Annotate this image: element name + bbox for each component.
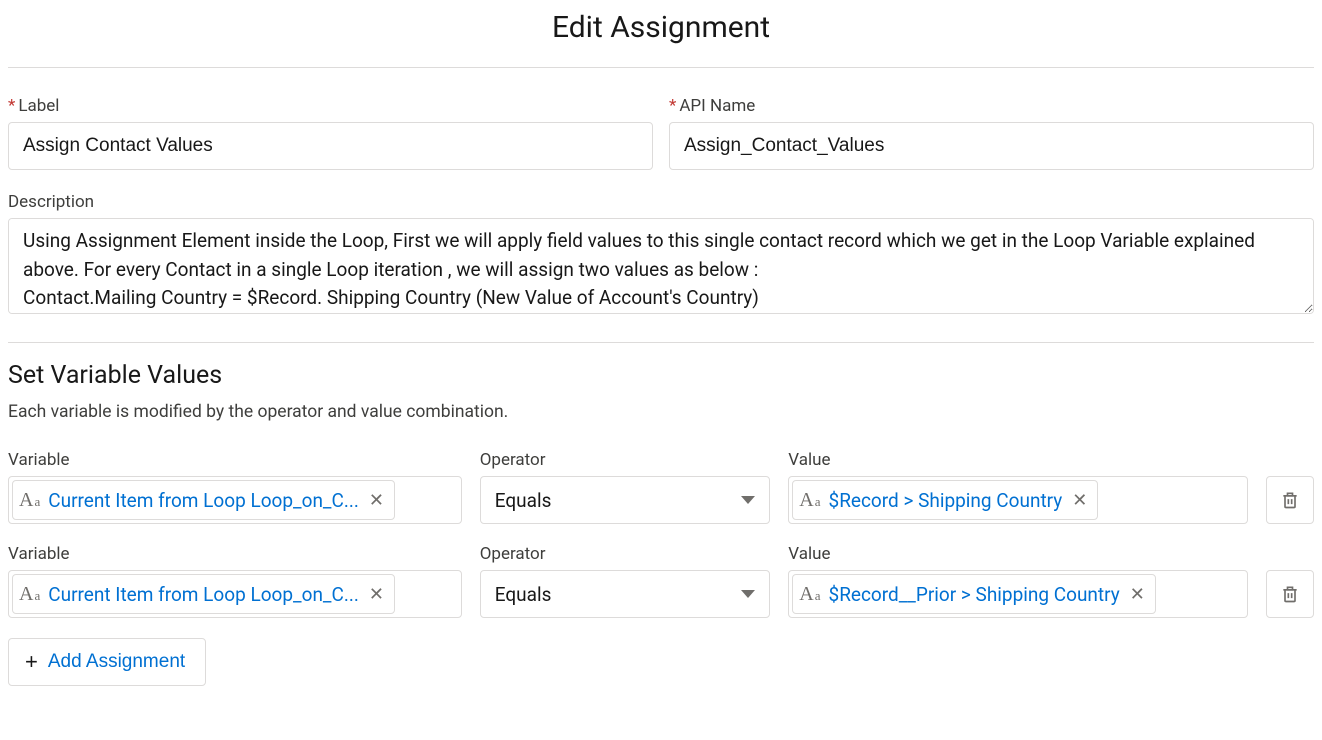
assignment-row: Variable Aa Current Item from Loop Loop_… [8, 544, 1314, 618]
delete-row-button[interactable] [1266, 570, 1314, 618]
trash-icon [1280, 583, 1300, 605]
required-asterisk: * [8, 96, 15, 116]
variable-column-label: Variable [8, 450, 462, 470]
variable-column-label: Variable [8, 544, 462, 564]
delete-row-button[interactable] [1266, 476, 1314, 524]
text-type-icon: Aa [19, 584, 40, 604]
assignment-row: Variable Aa Current Item from Loop Loop_… [8, 450, 1314, 524]
chevron-down-icon [741, 496, 755, 504]
plus-icon: + [25, 651, 38, 673]
value-input[interactable]: Aa $Record__Prior > Shipping Country ✕ [788, 570, 1248, 618]
api-name-field-label: *API Name [669, 96, 1314, 116]
value-pill-text: $Record__Prior > Shipping Country [829, 583, 1120, 606]
value-column-label: Value [788, 544, 1248, 564]
remove-pill-icon[interactable]: ✕ [1070, 490, 1089, 511]
value-input[interactable]: Aa $Record > Shipping Country ✕ [788, 476, 1248, 524]
text-type-icon: Aa [19, 490, 40, 510]
remove-pill-icon[interactable]: ✕ [367, 490, 386, 511]
description-textarea[interactable]: Using Assignment Element inside the Loop… [8, 218, 1314, 314]
operator-column-label: Operator [480, 544, 771, 564]
divider [8, 67, 1314, 68]
add-assignment-button[interactable]: + Add Assignment [8, 638, 206, 686]
operator-column-label: Operator [480, 450, 771, 470]
label-input[interactable] [8, 122, 653, 170]
trash-icon [1280, 489, 1300, 511]
page-title: Edit Assignment [8, 10, 1314, 45]
label-field-label: *Label [8, 96, 653, 116]
variable-input[interactable]: Aa Current Item from Loop Loop_on_C... ✕ [8, 570, 462, 618]
chevron-down-icon [741, 590, 755, 598]
required-asterisk: * [669, 96, 676, 116]
value-pill: Aa $Record > Shipping Country ✕ [792, 480, 1098, 520]
operator-select[interactable]: Equals [480, 476, 771, 524]
variable-pill: Aa Current Item from Loop Loop_on_C... ✕ [12, 480, 395, 520]
variable-pill-text: Current Item from Loop Loop_on_C... [48, 583, 359, 606]
variable-pill: Aa Current Item from Loop Loop_on_C... ✕ [12, 574, 395, 614]
value-pill-text: $Record > Shipping Country [829, 489, 1063, 512]
section-heading: Set Variable Values [8, 361, 1314, 390]
variable-pill-text: Current Item from Loop Loop_on_C... [48, 489, 359, 512]
variable-input[interactable]: Aa Current Item from Loop Loop_on_C... ✕ [8, 476, 462, 524]
operator-value: Equals [495, 489, 742, 512]
description-field-label: Description [8, 192, 1314, 212]
section-subtext: Each variable is modified by the operato… [8, 402, 1314, 422]
add-assignment-label: Add Assignment [48, 651, 185, 673]
divider [8, 342, 1314, 343]
api-name-input[interactable] [669, 122, 1314, 170]
value-column-label: Value [788, 450, 1248, 470]
text-type-icon: Aa [799, 584, 820, 604]
remove-pill-icon[interactable]: ✕ [1128, 584, 1147, 605]
value-pill: Aa $Record__Prior > Shipping Country ✕ [792, 574, 1156, 614]
operator-select[interactable]: Equals [480, 570, 771, 618]
remove-pill-icon[interactable]: ✕ [367, 584, 386, 605]
operator-value: Equals [495, 583, 742, 606]
text-type-icon: Aa [799, 490, 820, 510]
